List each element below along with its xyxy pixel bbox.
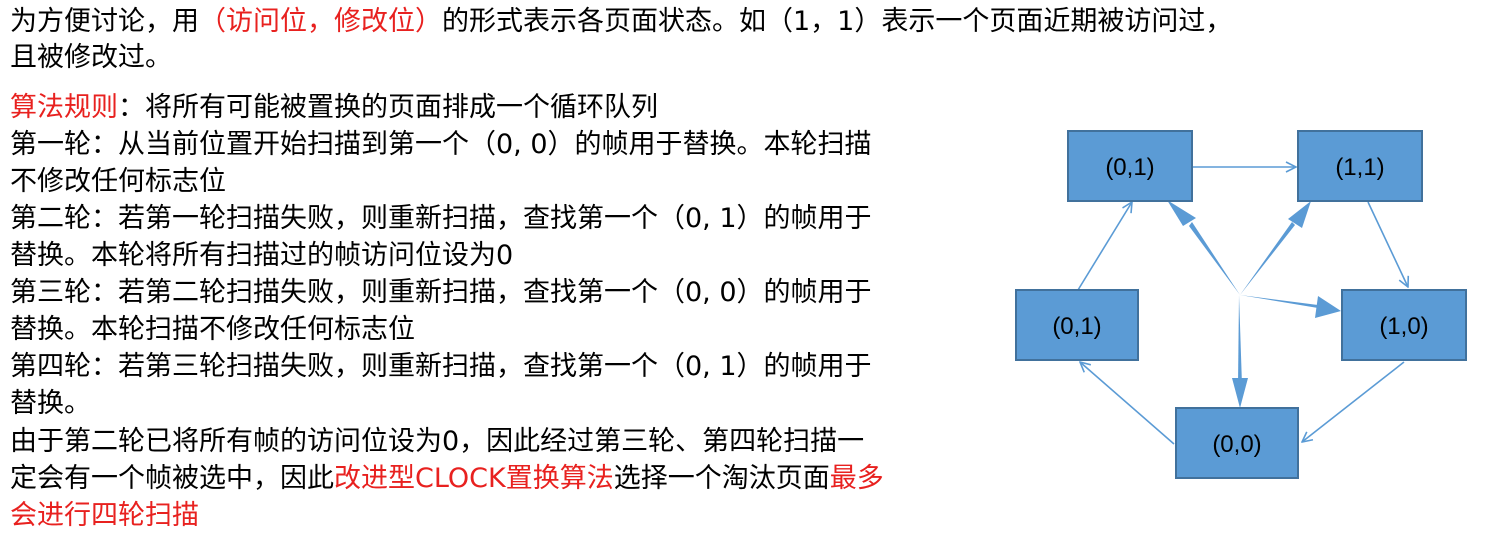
round-3-line-1: 第三轮：若第二轮扫描失败，则重新扫描，查找第一个（0, 0）的帧用于 — [10, 277, 872, 308]
conclusion-line-2: 定会有一个帧被选中，因此改进型CLOCK置换算法选择一个淘汰页面最多 — [10, 461, 884, 497]
round-1-line-1: 第一轮：从当前位置开始扫描到第一个（0, 0）的帧用于替换。本轮扫描 — [10, 129, 872, 160]
conclusion-highlight-max: 最多 — [829, 463, 884, 494]
node-right: (1,0) — [1341, 289, 1467, 361]
thick-arrow-to-top-left-head — [1167, 200, 1196, 226]
conclusion-line-3: 会进行四轮扫描 — [10, 498, 199, 534]
node-top-right: (1,1) — [1297, 130, 1423, 202]
node-bottom: (0,0) — [1175, 407, 1299, 479]
rules-heading-text: ：将所有可能被置换的页面排成一个循环队列 — [118, 92, 658, 123]
conclusion-text: 选择一个淘汰页面 — [613, 463, 830, 494]
rules-heading-label: 算法规则 — [10, 92, 118, 123]
rules-heading: 算法规则：将所有可能被置换的页面排成一个循环队列 — [10, 90, 658, 126]
round-4-line-1: 第四轮：若第三轮扫描失败，则重新扫描，查找第一个（0, 1）的帧用于 — [10, 351, 872, 382]
round-1-line-2: 不修改任何标志位 — [10, 166, 226, 197]
node-top-left-label: (0,1) — [1105, 154, 1154, 181]
node-top-left: (0,1) — [1067, 130, 1193, 202]
thick-arrow-to-bottom-shaft — [1238, 295, 1242, 385]
conclusion-highlight-algorithm: 改进型CLOCK置换算法 — [334, 463, 614, 494]
clock-state-diagram: (0,1) (1,1) (0,1) (1,0) (0,0) — [1015, 130, 1467, 479]
conclusion-highlight-four-rounds: 会进行四轮扫描 — [10, 500, 199, 531]
thick-arrow-to-right-head — [1315, 296, 1341, 318]
round-2-line-1: 第二轮：若第一轮扫描失败，则重新扫描，查找第一个（0, 1）的帧用于 — [10, 203, 872, 234]
thick-arrow-to-bottom-head — [1232, 378, 1248, 408]
intro-text: 为方便讨论，用 — [10, 6, 199, 37]
thick-arrow-to-top-right-shaft — [1240, 222, 1295, 295]
thick-arrow-to-right-shaft — [1240, 295, 1318, 308]
node-bottom-label: (0,0) — [1212, 431, 1261, 458]
conclusion-line-1: 由于第二轮已将所有帧的访问位设为0，因此经过第三轮、第四轮扫描一 — [10, 426, 865, 457]
round-2-line-2: 替换。本轮将所有扫描过的帧访问位设为0 — [10, 240, 514, 271]
intro-line-1: 为方便讨论，用（访问位，修改位）的形式表示各页面状态。如（1，1）表示一个页面近… — [10, 4, 1232, 40]
arrow-top-right-to-right — [1367, 201, 1408, 287]
conclusion-text: 定会有一个帧被选中，因此 — [10, 463, 334, 494]
round-3-line-2: 替换。本轮扫描不修改任何标志位 — [10, 314, 415, 345]
arrow-left-to-top-left — [1077, 202, 1132, 291]
intro-highlight: （访问位，修改位） — [199, 6, 442, 37]
thick-arrow-to-top-left-shaft — [1189, 222, 1240, 295]
node-top-right-label: (1,1) — [1335, 154, 1384, 181]
node-right-label: (1,0) — [1379, 313, 1428, 340]
arrow-right-to-bottom — [1302, 361, 1405, 442]
node-left-label: (0,1) — [1052, 313, 1101, 340]
arrow-bottom-to-left — [1080, 362, 1175, 445]
intro-text: 且被修改过。 — [10, 42, 172, 73]
round-4-line-2: 替换。 — [10, 388, 91, 419]
intro-text: 的形式表示各页面状态。如（1，1）表示一个页面近期被访问过， — [442, 6, 1233, 37]
node-left: (0,1) — [1015, 289, 1139, 361]
intro-line-2: 且被修改过。 — [10, 40, 172, 76]
